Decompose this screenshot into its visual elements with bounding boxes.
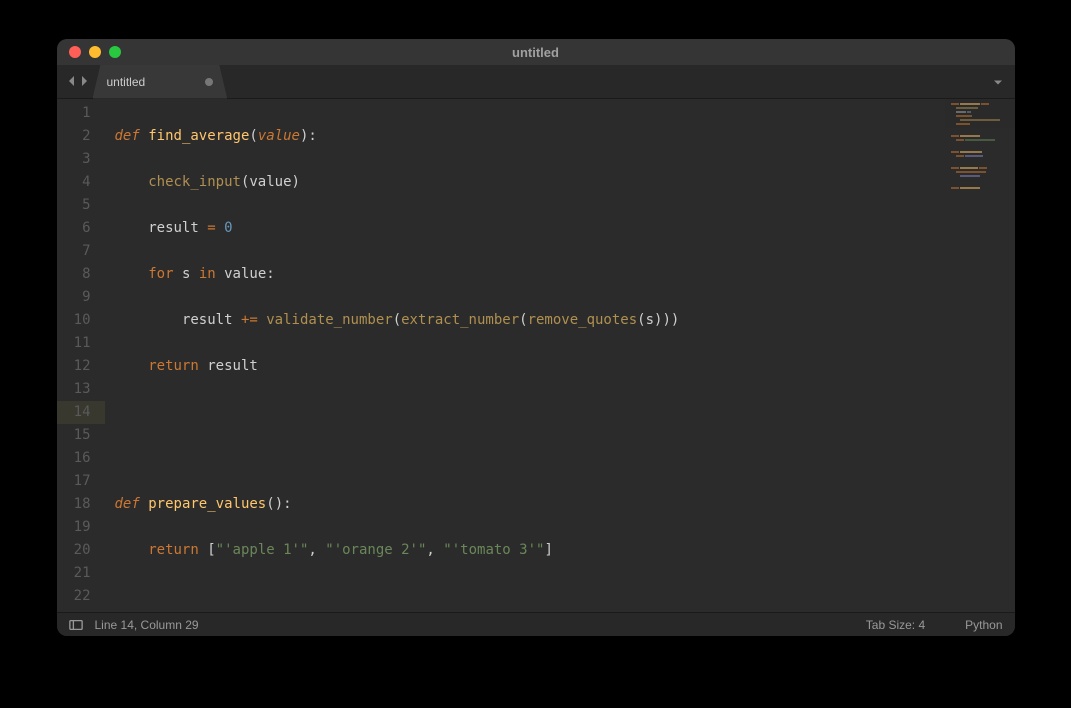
tab-bar: untitled — [57, 65, 1015, 99]
minimize-window-button[interactable] — [89, 46, 101, 58]
traffic-lights — [57, 46, 121, 58]
language-mode[interactable]: Python — [965, 618, 1002, 632]
window-title: untitled — [512, 45, 559, 60]
nav-arrows — [57, 72, 99, 91]
nav-back-icon[interactable] — [67, 72, 77, 91]
minimap[interactable] — [945, 99, 1015, 612]
tab-dropdown-icon[interactable] — [993, 72, 1003, 91]
line-number-gutter: 1 2 3 4 5 6 7 8 9 10 11 12 13 14 15 16 1… — [57, 99, 105, 612]
tab-untitled[interactable]: untitled — [93, 65, 228, 99]
titlebar: untitled — [57, 39, 1015, 65]
code-content[interactable]: def find_average(value): check_input(val… — [105, 99, 945, 612]
tab-label: untitled — [107, 75, 146, 89]
cursor-position[interactable]: Line 14, Column 29 — [95, 618, 199, 632]
panel-switcher-icon[interactable] — [69, 619, 83, 631]
tab-size[interactable]: Tab Size: 4 — [866, 618, 925, 632]
maximize-window-button[interactable] — [109, 46, 121, 58]
nav-forward-icon[interactable] — [79, 72, 89, 91]
editor-window: untitled untitled 1 2 3 4 5 6 7 8 9 10 1… — [57, 39, 1015, 636]
close-window-button[interactable] — [69, 46, 81, 58]
tab-dirty-indicator-icon — [205, 78, 213, 86]
editor-area[interactable]: 1 2 3 4 5 6 7 8 9 10 11 12 13 14 15 16 1… — [57, 99, 1015, 612]
status-bar: Line 14, Column 29 Tab Size: 4 Python — [57, 612, 1015, 636]
